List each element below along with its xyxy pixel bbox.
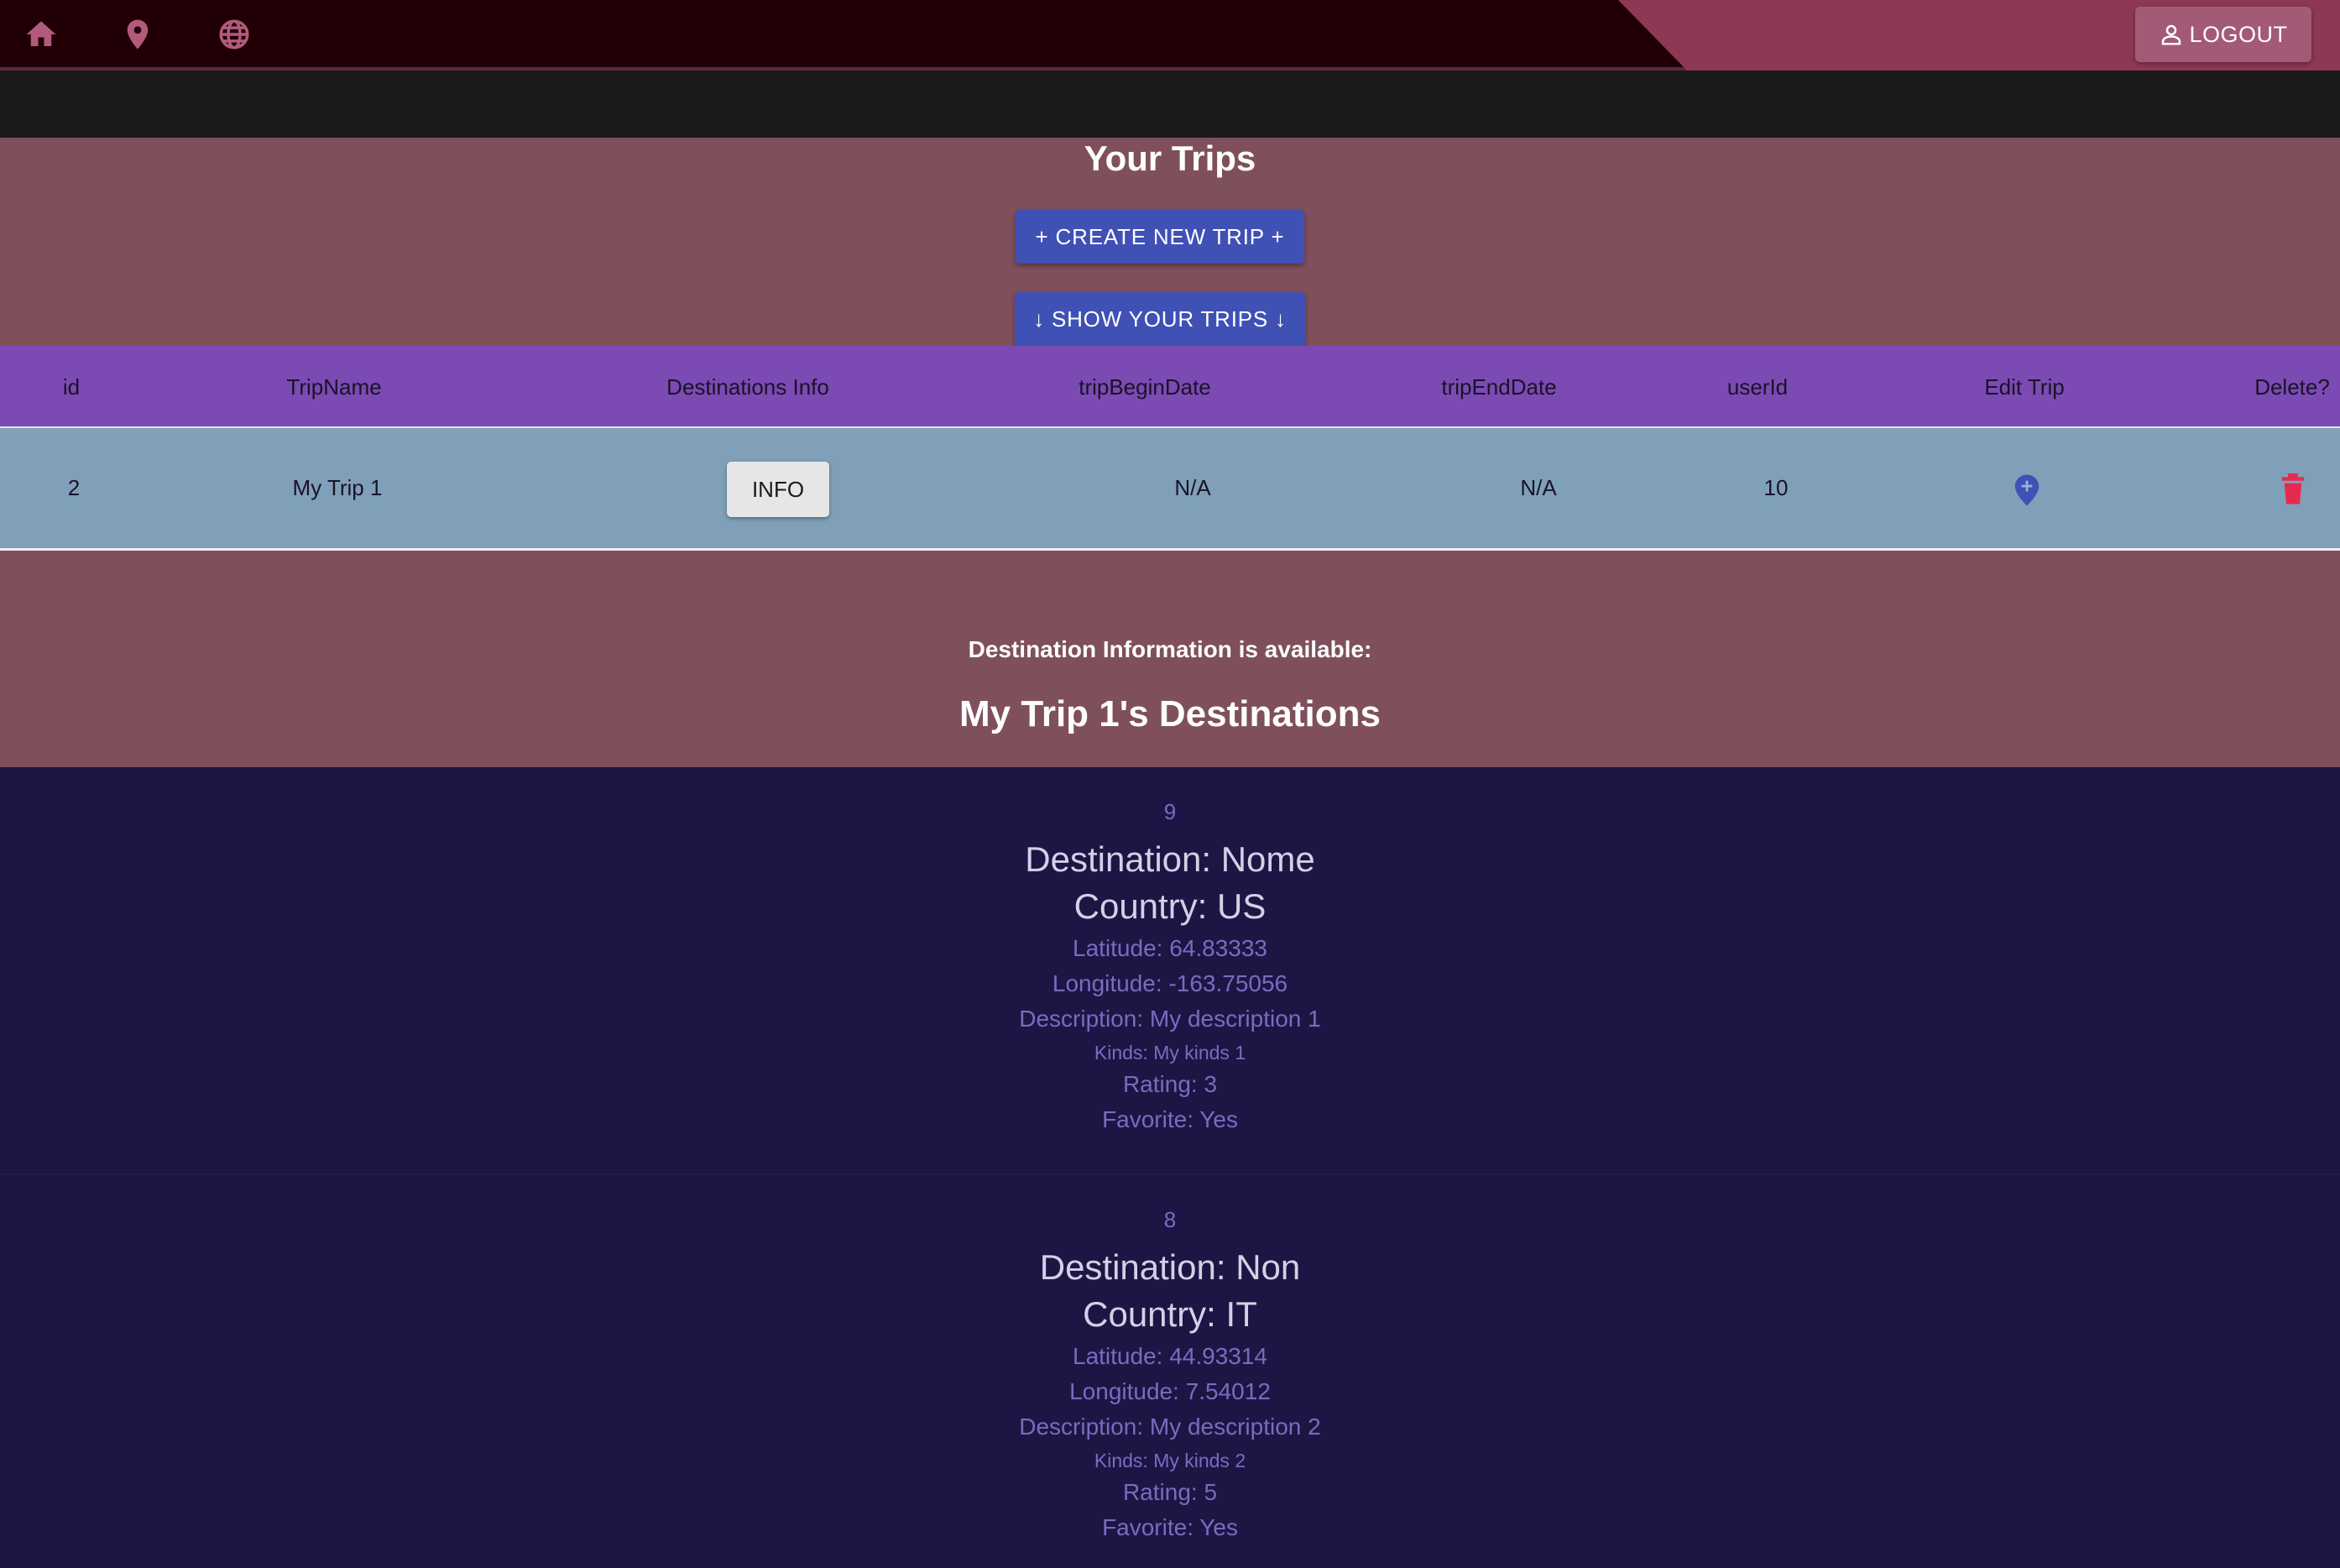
person-icon: [2162, 24, 2181, 45]
destination-favorite: Favorite: Yes: [1102, 1106, 1238, 1132]
cell-id: 2: [67, 475, 81, 500]
destination-latitude: Latitude: 44.93314: [1073, 1343, 1267, 1369]
card-divider: [0, 1173, 2340, 1175]
column-header-tripenddate: tripEndDate: [1441, 374, 1557, 400]
column-header-edit-trip: Edit Trip: [1984, 374, 2065, 400]
destination-latitude: Latitude: 64.83333: [1073, 935, 1267, 961]
destination-rating: Rating: 5: [1122, 1479, 1218, 1505]
destination-kinds: Kinds: My kinds 2: [1094, 1450, 1246, 1471]
table-header: id TripName Destinations Info tripBeginD…: [0, 346, 2340, 428]
destination-id: 9: [1163, 799, 1177, 824]
destination-country: Country: IT: [1083, 1294, 1257, 1334]
column-header-tripbegindate: tripBeginDate: [1079, 374, 1211, 400]
column-header-destinations-info: Destinations Info: [666, 374, 829, 400]
sub-bar: [0, 71, 2340, 138]
destination-name: Destination: Nome: [1025, 839, 1315, 879]
column-header-delete: Delete?: [2254, 374, 2330, 400]
destination-id: 8: [1163, 1207, 1177, 1232]
logout-label: LOGOUT: [2189, 21, 2288, 47]
edit-trip-location-add-icon[interactable]: [2013, 473, 2041, 507]
destination-rating: Rating: 3: [1122, 1071, 1218, 1097]
destination-name: Destination: Non: [1039, 1247, 1301, 1287]
column-header-userid: userId: [1726, 374, 1789, 400]
table-row: 2 My Trip 1 INFO N/A N/A 10: [0, 428, 2340, 551]
page-title: Your Trips: [1084, 139, 1256, 178]
info-button[interactable]: INFO: [727, 462, 829, 517]
destination-longitude: Longitude: 7.54012: [1069, 1378, 1271, 1404]
destinations-title: My Trip 1's Destinations: [959, 693, 1381, 734]
logout-button[interactable]: LOGOUT: [2135, 7, 2311, 62]
column-header-id: id: [62, 374, 81, 400]
create-new-trip-button[interactable]: + CREATE NEW TRIP +: [1016, 210, 1304, 264]
cell-user-id: 10: [1763, 475, 1789, 500]
destination-description: Description: My description 2: [1019, 1414, 1321, 1440]
globe-icon[interactable]: [217, 17, 252, 52]
column-header-tripname: TripName: [286, 374, 382, 400]
cell-trip-end-date: N/A: [1520, 475, 1557, 500]
destination-favorite: Favorite: Yes: [1102, 1514, 1238, 1540]
destination-available-text: Destination Information is available:: [968, 636, 1372, 662]
home-icon[interactable]: [24, 17, 59, 52]
destination-longitude: Longitude: -163.75056: [1052, 970, 1288, 996]
top-nav-bar: LOGOUT: [0, 0, 2340, 71]
cell-trip-name: My Trip 1: [292, 475, 383, 500]
location-pin-icon[interactable]: [120, 17, 155, 52]
cell-trip-begin-date: N/A: [1174, 475, 1211, 500]
destination-country: Country: US: [1073, 886, 1267, 926]
show-your-trips-button[interactable]: ↓ SHOW YOUR TRIPS ↓: [1015, 292, 1305, 346]
destination-kinds: Kinds: My kinds 1: [1094, 1042, 1246, 1064]
delete-trash-icon[interactable]: [2280, 473, 2306, 505]
destination-description: Description: My description 1: [1019, 1006, 1321, 1032]
